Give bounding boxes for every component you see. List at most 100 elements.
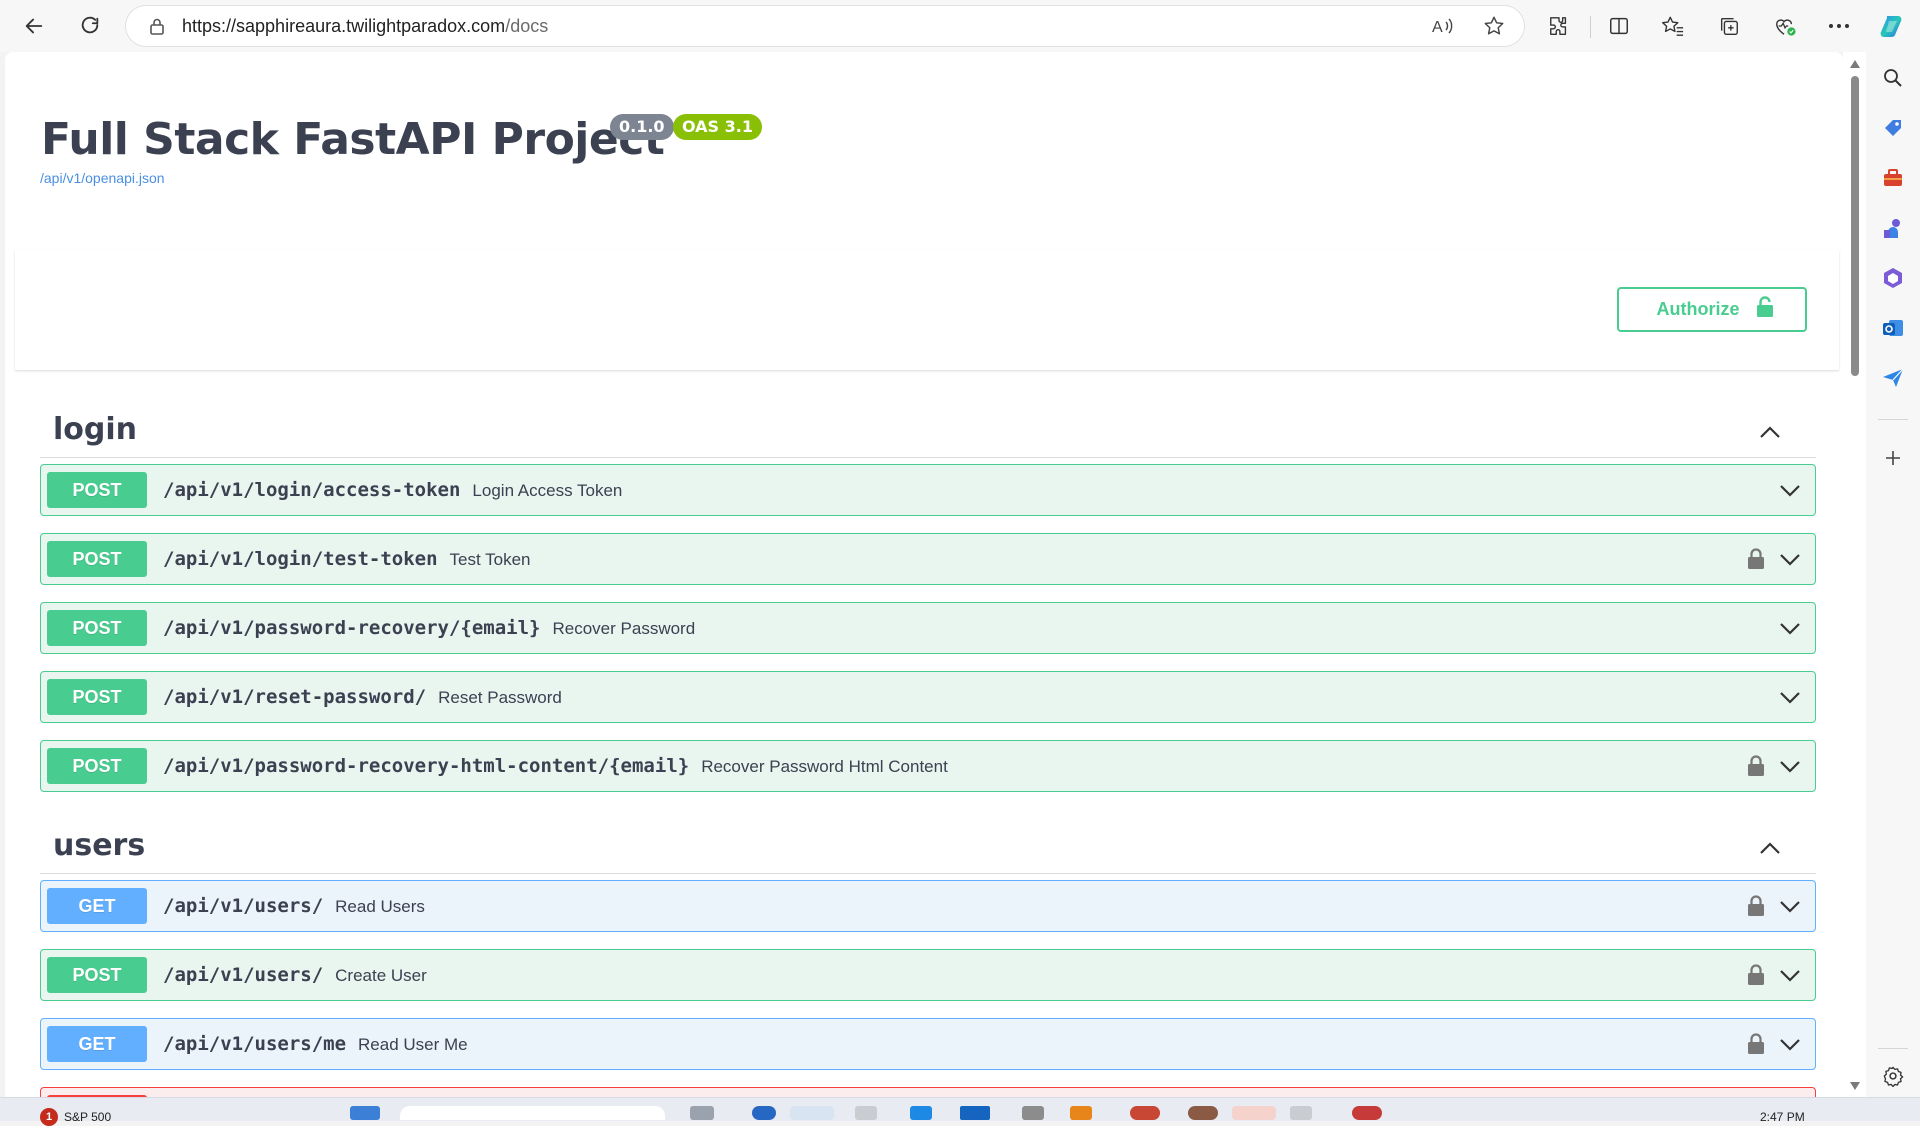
operation-row[interactable]: GET /api/v1/users/me Read User Me [40, 1018, 1816, 1070]
split-screen-icon[interactable] [1604, 11, 1634, 41]
lock-icon[interactable] [1745, 963, 1767, 987]
taskbar-app-icon[interactable] [1290, 1106, 1312, 1120]
sidebar-divider [1878, 419, 1908, 420]
taskbar-app-icon[interactable] [1352, 1106, 1382, 1120]
page-title: Full Stack FastAPI Project [41, 114, 665, 165]
tag-name: login [53, 412, 138, 447]
openapi-json-link[interactable]: /api/v1/openapi.json [40, 170, 165, 186]
method-badge: POST [47, 610, 147, 646]
taskbar-app-icon[interactable] [752, 1106, 776, 1120]
start-icon[interactable] [350, 1106, 380, 1120]
chevron-up-icon[interactable] [1758, 420, 1782, 444]
operation-row[interactable]: POST /api/v1/login/test-token Test Token [40, 533, 1816, 585]
games-icon[interactable] [1881, 216, 1905, 240]
operation-row[interactable]: POST /api/v1/login/access-token Login Acc… [40, 464, 1816, 516]
taskbar-app-icon[interactable] [1232, 1106, 1276, 1120]
taskbar-app-icon[interactable] [855, 1106, 877, 1120]
extensions-icon[interactable] [1544, 11, 1574, 41]
back-icon[interactable] [18, 10, 50, 42]
scroll-down-icon[interactable] [1850, 1082, 1860, 1090]
task-view-icon[interactable] [690, 1106, 714, 1120]
scroll-thumb[interactable] [1851, 76, 1859, 376]
tag-users[interactable]: users [40, 818, 1816, 874]
lock-icon[interactable] [1745, 1032, 1767, 1056]
operation-row[interactable]: POST /api/v1/reset-password/Reset Passwo… [40, 671, 1816, 723]
operation-summary: Recover Password Html Content [701, 757, 948, 776]
operation-path: /api/v1/login/access-token Login Access T… [163, 479, 623, 501]
authorize-label: Authorize [1656, 299, 1740, 319]
taskbar-app-icon[interactable] [1070, 1106, 1092, 1120]
chevron-down-icon[interactable] [1777, 894, 1803, 920]
copilot-icon[interactable] [1877, 11, 1907, 41]
page-viewport: Full Stack FastAPI Project 0.1.0 OAS 3.1… [5, 52, 1843, 1097]
browser-essentials-icon[interactable] [1770, 11, 1800, 41]
operation-row-partial[interactable] [40, 1087, 1816, 1097]
shopping-icon[interactable] [1881, 116, 1905, 140]
add-icon[interactable] [1881, 446, 1905, 470]
chevron-down-icon[interactable] [1777, 754, 1803, 780]
authorize-button[interactable]: Authorize [1617, 287, 1807, 332]
operation-summary: Read User Me [358, 1035, 468, 1054]
chevron-down-icon[interactable] [1777, 547, 1803, 573]
method-badge: POST [47, 472, 147, 508]
lock-icon[interactable] [1745, 754, 1767, 778]
favorite-star-icon[interactable] [1483, 15, 1505, 37]
operation-path: /api/v1/users/Read Users [163, 895, 425, 917]
taskbar-clock[interactable]: 2:47 PM [1760, 1110, 1805, 1124]
unlock-icon [1756, 296, 1774, 323]
chevron-down-icon[interactable] [1777, 616, 1803, 642]
url-path: /docs [505, 15, 549, 36]
method-badge: POST [47, 957, 147, 993]
operation-path: /api/v1/password-recovery-html-content/{… [163, 755, 948, 777]
tools-icon[interactable] [1881, 166, 1905, 190]
taskbar-search-box[interactable] [400, 1106, 665, 1120]
outlook-icon[interactable] [1881, 316, 1905, 340]
microsoft-365-icon[interactable] [1881, 266, 1905, 290]
lock-icon[interactable] [1745, 547, 1767, 571]
read-aloud-icon[interactable]: A [1432, 15, 1454, 37]
operation-summary: Read Users [335, 897, 425, 916]
taskbar-app-icon[interactable] [960, 1106, 990, 1120]
operation-summary: Create User [335, 966, 427, 985]
address-bar[interactable]: https://sapphireaura.twilightparadox.com… [126, 6, 1524, 46]
notification-badge[interactable]: 1 [40, 1108, 58, 1126]
operation-row[interactable]: POST /api/v1/users/Create User [40, 949, 1816, 1001]
stock-widget[interactable]: S&P 500 [64, 1110, 111, 1124]
operation-row[interactable]: POST /api/v1/password-recovery-html-cont… [40, 740, 1816, 792]
taskbar-app-icon[interactable] [1188, 1106, 1218, 1120]
tag-header[interactable]: login [40, 402, 1816, 458]
operation-path: /api/v1/login/test-token Test Token [163, 548, 531, 570]
chevron-down-icon[interactable] [1777, 478, 1803, 504]
operation-summary: Reset Password [438, 688, 562, 707]
lock-icon[interactable] [1745, 894, 1767, 918]
version-badge: 0.1.0 [610, 114, 674, 140]
chevron-down-icon[interactable] [1777, 685, 1803, 711]
scroll-up-icon[interactable] [1850, 60, 1860, 68]
taskbar-edge-icon[interactable] [790, 1106, 834, 1120]
toolbar-divider [1590, 16, 1591, 38]
taskbar-app-icon[interactable] [1022, 1106, 1044, 1120]
operation-row[interactable]: GET /api/v1/users/Read Users [40, 880, 1816, 932]
refresh-icon[interactable] [74, 10, 106, 42]
method-badge: POST [47, 748, 147, 784]
search-icon[interactable] [1881, 66, 1905, 90]
tag-login[interactable]: login [40, 402, 1816, 458]
operation-row[interactable]: POST /api/v1/password-recovery/{email} Re… [40, 602, 1816, 654]
windows-taskbar: 1 S&P 500 2:47 PM [0, 1097, 1920, 1126]
taskbar-app-icon[interactable] [1130, 1106, 1160, 1120]
more-icon[interactable] [1824, 11, 1854, 41]
lock-icon[interactable] [146, 15, 168, 37]
favorites-icon[interactable] [1658, 11, 1688, 41]
settings-icon[interactable] [1881, 1064, 1905, 1088]
page-scrollbar[interactable] [1843, 52, 1866, 1097]
send-icon[interactable] [1881, 366, 1905, 390]
chevron-down-icon[interactable] [1777, 1032, 1803, 1058]
taskbar-app-icon[interactable] [910, 1106, 932, 1120]
api-info: Full Stack FastAPI Project [41, 114, 1821, 165]
url-text: https://sapphireaura.twilightparadox.com… [182, 16, 548, 37]
chevron-down-icon[interactable] [1777, 963, 1803, 989]
operation-path: /api/v1/users/Create User [163, 964, 427, 986]
tag-header[interactable]: users [40, 818, 1816, 874]
collections-icon[interactable] [1714, 11, 1744, 41]
chevron-up-icon[interactable] [1758, 836, 1782, 860]
